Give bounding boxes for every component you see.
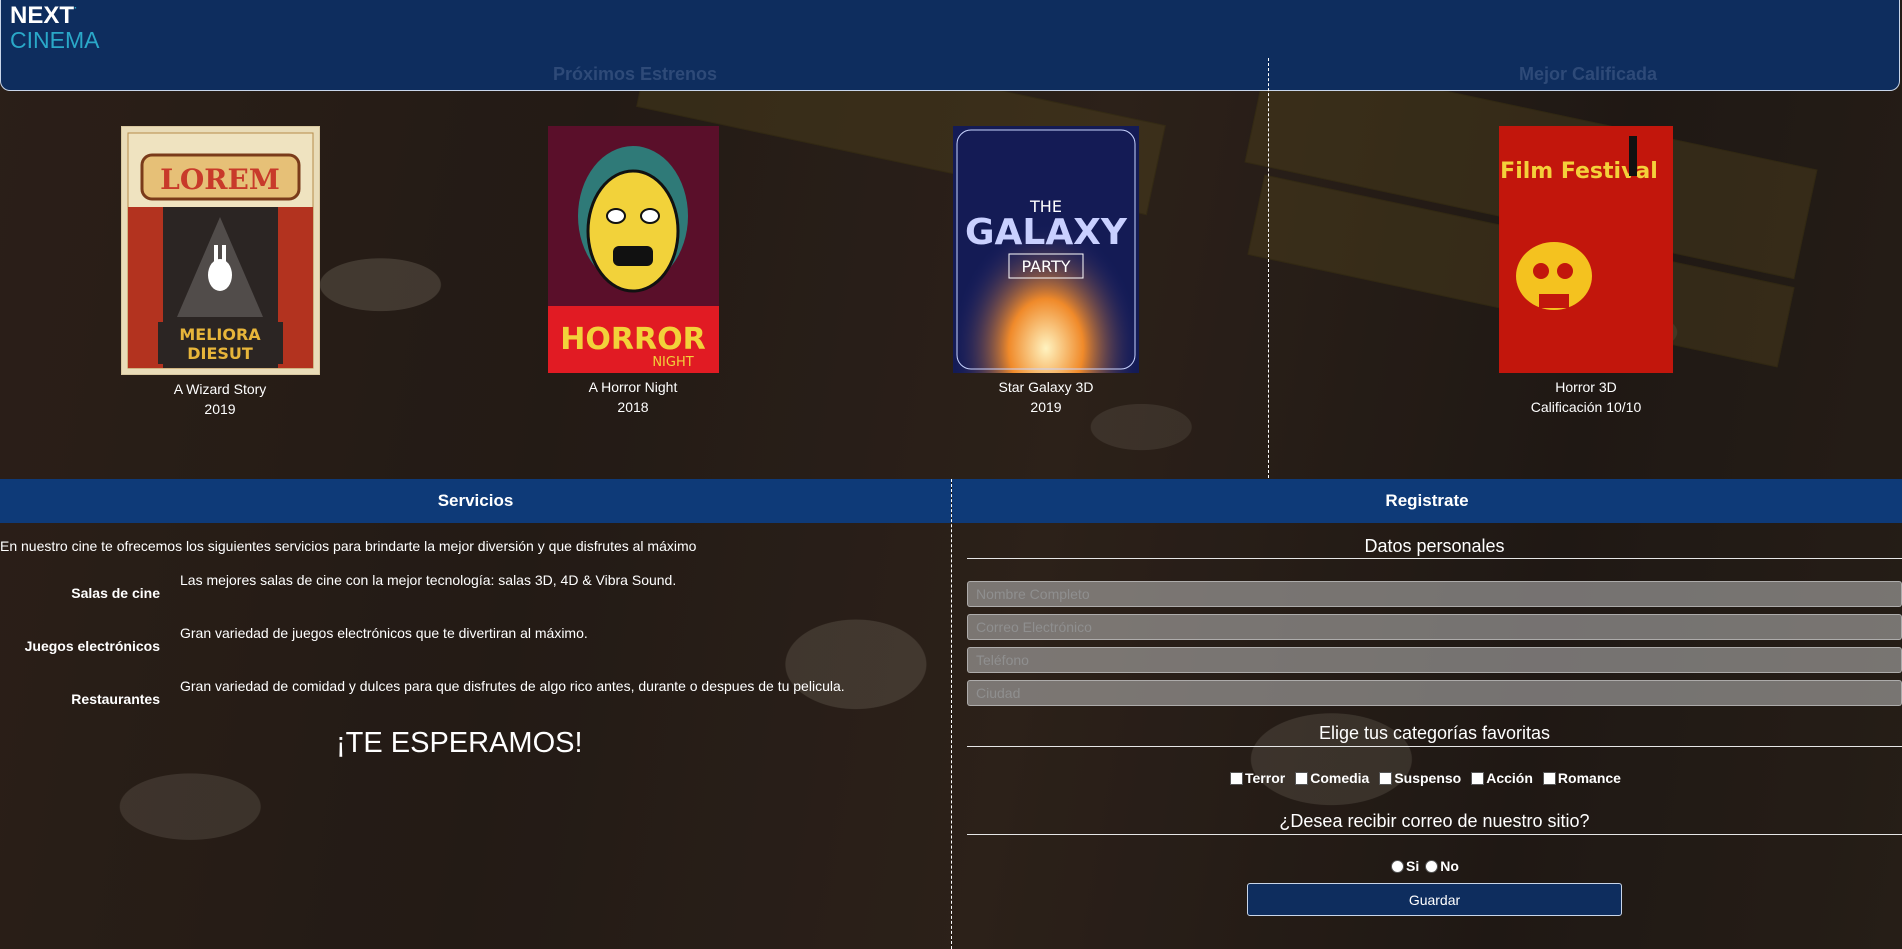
checkbox[interactable] xyxy=(1295,771,1309,785)
category-terror[interactable]: Terror xyxy=(1230,770,1285,786)
movie-title: Horror 3D xyxy=(1555,379,1617,395)
movie-card[interactable]: HORROR NIGHT A Horror Night 2018 xyxy=(533,126,733,417)
category-accion[interactable]: Acción xyxy=(1471,770,1533,786)
welcome-message: ¡TE ESPERAMOS! xyxy=(336,727,583,759)
divider xyxy=(967,558,1902,559)
services-header: Servicios xyxy=(0,479,951,523)
service-desc: Gran variedad de comidad y dulces para q… xyxy=(180,678,845,694)
mail-question: ¿Desea recibir correo de nuestro sitio? xyxy=(1279,811,1590,831)
upcoming-title: Próximos Estrenos xyxy=(553,64,718,84)
movie-year: 2018 xyxy=(617,399,649,415)
svg-text:LOREM: LOREM xyxy=(160,163,280,196)
divider xyxy=(967,834,1902,835)
checkbox[interactable] xyxy=(1471,771,1485,785)
category-romance[interactable]: Romance xyxy=(1542,770,1621,786)
checkbox-label: Terror xyxy=(1245,770,1286,786)
checkbox-label: Acción xyxy=(1486,770,1533,786)
categories-checkbox-group: Terror Comedia Suspenso Acción Romance xyxy=(1230,770,1621,786)
radio-label: No xyxy=(1440,858,1459,874)
categories-title: Elige tus categorías favoritas xyxy=(1318,723,1551,743)
checkbox-label: Suspenso xyxy=(1394,770,1462,786)
svg-text:DIESUT: DIESUT xyxy=(187,344,253,363)
poster-star-galaxy[interactable]: THE GALAXY PARTY xyxy=(953,126,1139,373)
logo[interactable]: NEXT· CINEMA xyxy=(10,4,99,52)
panel-divider xyxy=(951,479,952,949)
phone-input[interactable] xyxy=(967,647,1902,673)
logo-mark: · xyxy=(74,3,78,14)
checkbox[interactable] xyxy=(1379,771,1393,785)
services-title: Servicios xyxy=(437,491,514,510)
svg-text:MELIORA: MELIORA xyxy=(179,325,261,344)
movie-card[interactable]: THE GALAXY PARTY Star Galaxy 3D 2019 xyxy=(946,126,1146,417)
divider xyxy=(967,746,1902,747)
svg-text:GALAXY: GALAXY xyxy=(965,212,1128,253)
poster-wizard-story[interactable]: LOREM MELIORA DIESUT xyxy=(120,126,320,375)
poster-horror-night[interactable]: HORROR NIGHT xyxy=(547,126,719,373)
checkbox[interactable] xyxy=(1230,771,1243,785)
checkbox[interactable] xyxy=(1542,771,1556,785)
svg-text:NIGHT: NIGHT xyxy=(652,355,693,370)
radio-button[interactable] xyxy=(1391,859,1404,873)
movie-year: 2019 xyxy=(1030,399,1062,415)
poster-horror-3d[interactable]: Film Festival xyxy=(1499,126,1673,373)
personal-data-title: Datos personales xyxy=(1364,536,1505,556)
movie-title: A Horror Night xyxy=(588,379,678,395)
checkbox-label: Romance xyxy=(1557,770,1621,786)
site-header: NEXT· CINEMA Próximos Estrenos Mejor Cal… xyxy=(0,0,1900,91)
svg-text:HORROR: HORROR xyxy=(560,322,705,357)
movie-rating: Calificación 10/10 xyxy=(1530,399,1642,415)
movie-card[interactable]: LOREM MELIORA DIESUT A Wizard Story 2019 xyxy=(120,126,320,419)
city-input[interactable] xyxy=(967,680,1902,706)
service-desc: Las mejores salas de cine con la mejor t… xyxy=(180,572,677,588)
category-comedia[interactable]: Comedia xyxy=(1295,770,1369,786)
svg-text:PARTY: PARTY xyxy=(1021,257,1070,276)
movie-title: Star Galaxy 3D xyxy=(998,379,1094,395)
service-label: Restaurantes xyxy=(71,691,160,707)
radio-yes[interactable]: Si xyxy=(1391,858,1419,874)
radio-no[interactable]: No xyxy=(1425,858,1459,874)
full-name-input[interactable] xyxy=(967,581,1902,607)
mail-radio-group: Si No xyxy=(1391,858,1459,874)
register-title: Registrate xyxy=(1385,491,1469,510)
logo-cinema-text: CINEMA xyxy=(10,27,100,53)
email-input[interactable] xyxy=(967,614,1902,640)
category-suspenso[interactable]: Suspenso xyxy=(1379,770,1461,786)
service-desc: Gran variedad de juegos electrónicos que… xyxy=(180,625,588,641)
checkbox-label: Comedia xyxy=(1310,770,1370,786)
register-header: Registrate xyxy=(952,479,1902,523)
save-button[interactable]: Guardar xyxy=(1247,883,1622,916)
service-label: Salas de cine xyxy=(71,585,160,601)
movie-card[interactable]: Film Festival Horror 3D Calificación 10/… xyxy=(1486,126,1686,417)
radio-button[interactable] xyxy=(1425,859,1439,873)
radio-label: Si xyxy=(1406,858,1420,874)
service-label: Juegos electrónicos xyxy=(24,638,160,654)
services-intro: En nuestro cine te ofrecemos los siguien… xyxy=(0,538,697,554)
logo-next-text: NEXT xyxy=(10,2,75,29)
movie-year: 2019 xyxy=(204,401,236,417)
column-divider xyxy=(1268,58,1269,478)
top-rated-title: Mejor Calificada xyxy=(1519,64,1658,84)
movie-title: A Wizard Story xyxy=(173,381,267,397)
